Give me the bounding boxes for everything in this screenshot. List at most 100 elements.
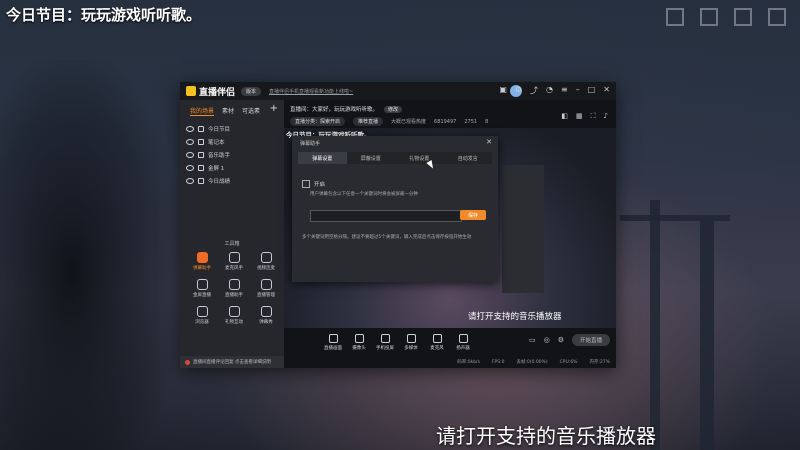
tool-browser[interactable]: 浏览器 (186, 306, 218, 325)
notice-link[interactable]: 直播伴侣手机直播观看新功能上线啦~ (269, 88, 353, 95)
minimize-icon[interactable]: – (576, 85, 580, 96)
tool-danmaku-show[interactable]: 弹幕秀 (250, 306, 282, 325)
eye-icon[interactable] (186, 125, 194, 132)
background-tree (0, 60, 180, 450)
gift-icon[interactable]: ▣ (499, 85, 507, 96)
start-live-button[interactable]: 开始直播 (571, 334, 610, 346)
microphone-icon (228, 252, 240, 263)
media-button[interactable]: 多媒体 (398, 333, 424, 351)
eye-icon[interactable] (186, 177, 194, 184)
tab-danmaku-settings[interactable]: 弹幕设置 (298, 152, 347, 164)
eye-icon[interactable] (186, 164, 194, 171)
toolbox-title: 工具箱 (224, 241, 240, 247)
camera-button[interactable]: 摄像头 (346, 333, 372, 351)
tool-gold-screen[interactable]: 金屏直播 (186, 279, 218, 298)
menu-icon[interactable]: ≡ (561, 85, 568, 96)
gear-icon[interactable]: ⚙ (558, 336, 564, 344)
viewer-count: 6819497 (434, 118, 457, 125)
settings-icon[interactable]: ⚙ (515, 85, 522, 96)
add-scene-button[interactable]: + (270, 103, 278, 114)
edit-room-button[interactable]: 修改 (384, 105, 403, 113)
tab-material[interactable]: 素材 (222, 106, 234, 116)
promo-banner[interactable]: 直播间直播评论回复 点击查看详细说明 (180, 356, 289, 368)
danmaku-icon (196, 252, 208, 263)
tab-my-scenes[interactable]: 我的场景 (190, 106, 215, 116)
tool-live-assistant[interactable]: 直播助手 (218, 279, 250, 298)
tab-optional[interactable]: 可选素 (242, 106, 260, 116)
tool-label: 浏览器 (195, 320, 209, 325)
list-item[interactable]: 今日战绩 (180, 174, 284, 187)
save-button[interactable]: 保存 (460, 210, 486, 220)
screen-icon (328, 333, 338, 343)
list-item[interactable]: 今日节目 (180, 122, 284, 135)
enable-row[interactable]: 开启 (302, 180, 325, 188)
version-badge[interactable]: 版本 (241, 86, 262, 96)
close-icon[interactable]: ✕ (486, 138, 492, 146)
background-window-controls (630, 0, 800, 60)
live-assistant-icon (228, 279, 240, 290)
overlay-title: 今日节目：玩玩游戏听听歌。 (6, 6, 202, 24)
scene-list: 今日节目 笔记本 音乐助手 金屏 1 今日战绩 (180, 122, 284, 187)
main-toolbar: ◧ ▦ ⛶ ♪ (561, 112, 608, 121)
tool-label: 弹幕秀 (259, 320, 273, 325)
app-logo: 直播伴侣 (186, 85, 235, 98)
tab-auto-speak[interactable]: 自动发言 (444, 152, 493, 164)
close-icon[interactable]: ✕ (603, 85, 610, 96)
enable-checkbox[interactable] (302, 180, 310, 188)
lock-icon[interactable] (198, 125, 204, 132)
notification-icon[interactable]: ◔ (546, 85, 553, 96)
tool-video-link[interactable]: 视频连麦 (250, 252, 282, 271)
scene-label: 今日战绩 (208, 178, 231, 185)
keyword-input[interactable] (310, 210, 462, 222)
share-icon[interactable]: ⤴ (530, 85, 538, 96)
phone-cast-button[interactable]: 手机投屏 (372, 333, 398, 351)
video-icon[interactable]: ▭ (529, 336, 536, 344)
tool-label: 金屏直播 (193, 293, 211, 298)
toolbox: 弹幕助手 麦克风手 视频连麦 金屏直播 直播助手 直播管理 浏览器 礼物互动 弹… (186, 252, 282, 325)
bell-icon[interactable]: ♪ (604, 112, 608, 121)
stats-icon[interactable]: ▦ (576, 112, 583, 121)
visibility-icon[interactable]: ◎ (544, 336, 550, 344)
speaker-button[interactable]: 扬声器 (450, 333, 476, 351)
gift-interact-icon (228, 306, 240, 317)
background-pillar (700, 220, 714, 450)
tab-gift-settings[interactable]: 礼物设置 (395, 152, 444, 164)
tool-microphone[interactable]: 麦克风手 (218, 252, 250, 271)
lock-icon[interactable] (198, 138, 204, 145)
button-label: 麦克风 (430, 345, 444, 351)
lock-icon[interactable] (198, 164, 204, 171)
eye-icon[interactable] (186, 138, 194, 145)
keyword-note: 多个关键词用空格分隔。建议不要超过5个关键词，输入完成后点击保存按钮开始生效 (302, 235, 472, 240)
room-title: 直播间：大家好，玩玩游戏听听歌。 (290, 107, 379, 113)
danmaku-show-icon (260, 306, 272, 317)
cart-icon[interactable]: ⛶ (591, 112, 596, 121)
titlebar-controls: ▣ ⚙ ⤴ ◔ ≡ – □ ✕ (499, 85, 610, 96)
source-bar: 直播画面 摄像头 手机投屏 多媒体 麦克风 扬声器 ▭ ◎ ⚙ 开始直播 (284, 328, 616, 356)
phone-icon (380, 333, 390, 343)
maximize-icon[interactable]: □ (588, 85, 596, 96)
lock-icon[interactable] (198, 151, 204, 158)
recommend-pill[interactable]: 推荐直播 (353, 117, 384, 126)
button-label: 多媒体 (404, 345, 418, 351)
lock-icon[interactable] (198, 177, 204, 184)
record-icon[interactable]: ◧ (561, 112, 568, 121)
like-count: 2751 (464, 118, 478, 125)
button-label: 手机投屏 (376, 345, 394, 351)
status-bar: 码率:0kb/s FPS:0 丢帧:0(0.00%) CPU:6% 内存:27% (284, 356, 616, 368)
tool-danmaku[interactable]: 弹幕助手 (186, 252, 218, 271)
tab-block-settings[interactable]: 屏蔽设置 (347, 152, 396, 164)
live-screen-button[interactable]: 直播画面 (320, 333, 346, 351)
microphone-button[interactable]: 麦克风 (424, 333, 450, 351)
category-pill[interactable]: 直播分类：探索开启 (290, 117, 346, 126)
scene-label: 今日节目 (208, 126, 231, 133)
keyword-description: 用户弹幕包含以下任意一个关键词时将会被屏蔽一分钟 (310, 192, 418, 197)
list-item[interactable]: 金屏 1 (180, 161, 284, 174)
list-item[interactable]: 音乐助手 (180, 148, 284, 161)
list-item[interactable]: 笔记本 (180, 135, 284, 148)
live-manage-icon (260, 279, 272, 290)
media-icon (406, 333, 416, 343)
tool-live-manage[interactable]: 直播管理 (250, 279, 282, 298)
danmaku-assistant-dialog: 弹幕助手 ✕ 弹幕设置 屏蔽设置 礼物设置 自动发言 开启 用户弹幕包含以下任意… (292, 136, 498, 282)
tool-gift-interact[interactable]: 礼物互动 (218, 306, 250, 325)
eye-icon[interactable] (186, 151, 194, 158)
